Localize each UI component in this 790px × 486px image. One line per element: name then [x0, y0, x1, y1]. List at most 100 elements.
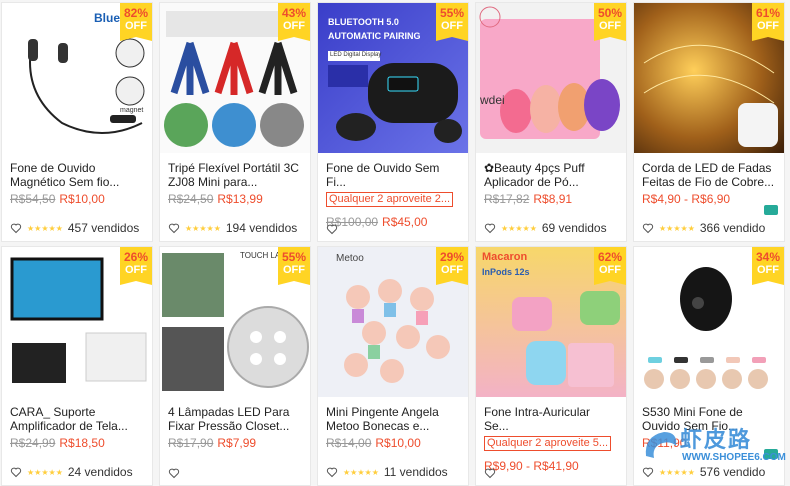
product-card[interactable]: TOUCH LAMP 55% OFF 4 Lâmpadas LED Para Fi…: [159, 246, 311, 486]
product-meta: ★★★★★ 24 vendidos: [10, 465, 148, 479]
rating-stars-icon: ★★★★★: [343, 467, 379, 477]
rating-stars-icon: ★★★★★: [659, 467, 695, 477]
product-title[interactable]: S530 Mini Fone de Ouvido Sem Fio...: [642, 405, 776, 433]
product-image[interactable]: Blue magnet 82% OFF: [2, 3, 152, 153]
old-price: R$17,90: [168, 436, 214, 450]
discount-badge: 50% OFF: [594, 3, 626, 41]
product-card[interactable]: Metoo 29% OFF Mini Pingente Angela Metoo …: [317, 246, 469, 486]
product-title[interactable]: Mini Pingente Angela Metoo Bonecas e...: [326, 405, 460, 433]
magnet-label: magnet: [120, 107, 144, 114]
product-prices: R$4,90 - R$6,90: [642, 191, 776, 207]
product-title[interactable]: Fone de Ouvido Sem Fi...: [326, 161, 460, 189]
discount-badge: 82% OFF: [120, 3, 152, 41]
product-title[interactable]: ✿Beauty 4pçs Puff Aplicador de Pó...: [484, 161, 618, 189]
new-price: R$10,00: [375, 436, 421, 450]
sold-count: 11 vendidos: [383, 465, 448, 479]
product-image[interactable]: TOUCH LAMP 55% OFF: [160, 247, 310, 397]
rating-stars-icon: ★★★★★: [185, 223, 221, 233]
heart-icon[interactable]: [484, 222, 496, 234]
old-price: R$54,50: [10, 192, 56, 206]
product-meta: ★★★★★ 457 vendidos: [10, 221, 148, 235]
heart-icon[interactable]: [168, 222, 180, 234]
promo-tag: Qualquer 2 aproveite 2...: [326, 192, 454, 207]
free-shipping-icon: [764, 205, 778, 215]
discount-badge: 29% OFF: [436, 247, 468, 285]
rating-stars-icon: ★★★★★: [27, 223, 63, 233]
new-price: R$4,90 - R$6,90: [642, 192, 731, 206]
discount-badge: 55% OFF: [436, 3, 468, 41]
product-title[interactable]: Corda de LED de Fadas Feitas de Fio de C…: [642, 161, 776, 189]
product-card[interactable]: Macaron InPods 12s 62% OFF Fone Intra-Aur…: [475, 246, 627, 486]
product-image[interactable]: Macaron InPods 12s 62% OFF: [476, 247, 626, 397]
sold-count: 366 vendido: [699, 221, 766, 235]
heart-icon[interactable]: [326, 466, 338, 478]
product-title[interactable]: CARA_ Suporte Amplificador de Tela...: [10, 405, 144, 433]
discount-badge: 34% OFF: [752, 247, 784, 285]
brand-label: wdei: [480, 93, 505, 107]
product-card[interactable]: Blue magnet 82% OFF Fone de Ouvido Magnét…: [1, 2, 153, 242]
sold-count: 194 vendidos: [225, 221, 298, 235]
heart-icon[interactable]: [642, 466, 654, 478]
heart-icon[interactable]: [484, 467, 496, 479]
product-title[interactable]: Fone de Ouvido Magnético Sem fio...: [10, 161, 144, 189]
spec-label: BLUETOOTH 5.0: [328, 17, 399, 27]
product-prices: R$11,90: [642, 435, 776, 451]
product-image[interactable]: 26% OFF: [2, 247, 152, 397]
product-title[interactable]: Fone Intra-Auricular Se...: [484, 405, 618, 433]
discount-badge: 55% OFF: [278, 247, 310, 285]
product-card[interactable]: wdei 50% OFF ✿Beauty 4pçs Puff Aplicador …: [475, 2, 627, 242]
product-grid: Blue magnet 82% OFF Fone de Ouvido Magnét…: [1, 2, 785, 486]
product-image[interactable]: BLUETOOTH 5.0 AUTOMATIC PAIRING LED Digi…: [318, 3, 468, 153]
product-card[interactable]: 34% OFF S530 Mini Fone de Ouvido Sem Fio.…: [633, 246, 785, 486]
discount-badge: 26% OFF: [120, 247, 152, 285]
sold-count: 457 vendidos: [67, 221, 140, 235]
product-card[interactable]: 61% OFF Corda de LED de Fadas Feitas de F…: [633, 2, 785, 242]
product-prices: R$24,99 R$18,50: [10, 435, 144, 451]
discount-badge: 43% OFF: [278, 3, 310, 41]
product-prices: R$54,50 R$10,00: [10, 191, 144, 207]
old-price: R$24,50: [168, 192, 214, 206]
heart-icon[interactable]: [168, 467, 180, 479]
product-image[interactable]: 61% OFF: [634, 3, 784, 153]
old-price: R$24,99: [10, 436, 56, 450]
sold-count: 69 vendidos: [541, 221, 607, 235]
product-image[interactable]: 43% OFF: [160, 3, 310, 153]
old-price: R$14,00: [326, 436, 372, 450]
product-title[interactable]: 4 Lâmpadas LED Para Fixar Pressão Closet…: [168, 405, 302, 433]
product-meta: [484, 467, 622, 479]
product-card[interactable]: 43% OFF Tripé Flexível Portátil 3C ZJ08 M…: [159, 2, 311, 242]
product-meta: ★★★★★ 11 vendidos: [326, 465, 464, 479]
product-prices: R$17,90 R$7,99: [168, 435, 302, 451]
product-image[interactable]: Metoo 29% OFF: [318, 247, 468, 397]
discount-badge: 61% OFF: [752, 3, 784, 41]
old-price: R$17,82: [484, 192, 530, 206]
rating-stars-icon: ★★★★★: [27, 467, 63, 477]
product-title[interactable]: Tripé Flexível Portátil 3C ZJ08 Mini par…: [168, 161, 302, 189]
product-meta: [326, 223, 464, 235]
new-price: R$18,50: [59, 436, 105, 450]
product-card[interactable]: BLUETOOTH 5.0 AUTOMATIC PAIRING LED Digi…: [317, 2, 469, 242]
rating-stars-icon: ★★★★★: [501, 223, 537, 233]
promo-tag: Qualquer 2 aproveite 5...: [484, 436, 612, 451]
sold-count: 24 vendidos: [67, 465, 133, 479]
brand-label: Blue: [94, 11, 121, 25]
product-card[interactable]: 26% OFF CARA_ Suporte Amplificador de Tel…: [1, 246, 153, 486]
product-prices: R$17,82 R$8,91: [484, 191, 618, 207]
heart-icon[interactable]: [10, 222, 22, 234]
product-prices: R$14,00 R$10,00: [326, 435, 460, 451]
free-shipping-icon: [764, 449, 778, 459]
product-prices: R$24,50 R$13,99: [168, 191, 302, 207]
heart-icon[interactable]: [642, 222, 654, 234]
heart-icon[interactable]: [326, 223, 338, 235]
product-image[interactable]: wdei 50% OFF: [476, 3, 626, 153]
new-price: R$13,99: [217, 192, 263, 206]
sold-count: 576 vendido: [699, 465, 766, 479]
heart-icon[interactable]: [10, 466, 22, 478]
brand-label: Metoo: [336, 253, 364, 264]
new-price: R$11,90: [642, 436, 687, 450]
product-image[interactable]: 34% OFF: [634, 247, 784, 397]
spec-label: LED Digital Display: [330, 52, 382, 58]
rating-stars-icon: ★★★★★: [659, 223, 695, 233]
new-price: R$10,00: [59, 192, 105, 206]
new-price: R$8,91: [533, 192, 573, 206]
